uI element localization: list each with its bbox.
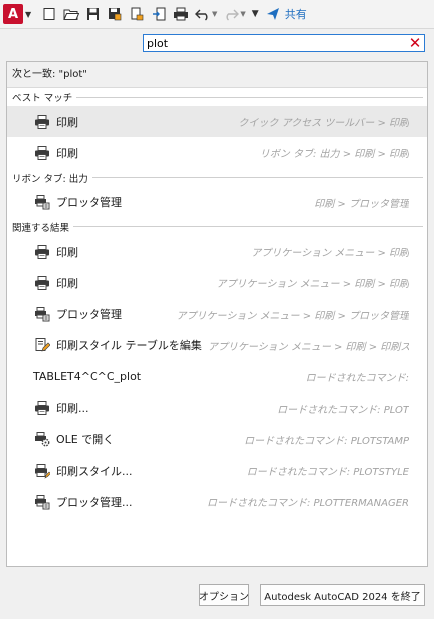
result-label: 印刷スタイル... [56,464,133,478]
result-row[interactable]: 印刷 リボン タブ: 出力 > 印刷 > 印刷 [7,137,427,168]
customize-toolbar-caret-icon[interactable]: ▼ [252,9,259,19]
app-logo-letter: A [7,6,19,22]
redo-icon [223,6,240,22]
options-button[interactable]: オプション [199,584,249,606]
best-match-list: 印刷 クイック アクセス ツールバー > 印刷 印刷 リボン タブ: 出力 > 印刷 … [7,106,427,169]
plot-printer-icon[interactable] [173,6,189,22]
result-row[interactable]: プロッタ管理 印刷 > プロッタ管理 [7,187,427,218]
plot-style-edit-icon [34,337,51,353]
section-divider [76,96,423,98]
section-label: 関連する結果 [12,222,70,234]
result-label: OLE で開く [56,433,115,447]
result-path: アプリケーション メニュー > 印刷 > プロッタ管理 [176,310,409,322]
result-path: アプリケーション メニュー > 印刷 > 印刷 [216,279,409,291]
plotter-manager-icon [34,494,50,510]
result-path: 印刷 > プロッタ管理 [314,198,409,210]
save-as-icon[interactable] [107,6,123,22]
result-label: 印刷 [56,276,78,290]
ribbon-tab-list: プロッタ管理 印刷 > プロッタ管理 [7,187,427,218]
section-divider [73,226,423,228]
redo-dropdown-caret-icon: ▼ [240,10,246,18]
undo-dropdown-caret-icon[interactable]: ▼ [212,10,217,18]
save-icon[interactable] [85,6,101,22]
save-to-web-icon[interactable] [129,6,145,22]
related-results-list: 印刷 アプリケーション メニュー > 印刷 印刷 アプリケーション メニュー > 印刷… [7,236,427,518]
result-label: 印刷スタイル テーブルを編集 [56,339,202,353]
section-divider [91,177,423,179]
search-input[interactable] [144,36,407,50]
plot-style-icon [34,463,51,479]
result-label: プロッタ管理 [56,196,122,210]
section-best-match: ベスト マッチ [7,88,427,106]
clear-search-icon[interactable]: ✕ [407,34,423,52]
result-row[interactable]: 印刷 アプリケーション メニュー > 印刷 > 印刷 [7,267,427,298]
import-icon[interactable] [151,6,167,22]
result-row[interactable]: 印刷スタイル テーブルを編集アプリケーション メニュー > 印刷 > 印刷スタイ… [7,330,427,361]
printer-icon [34,244,50,260]
ole-gear-icon [34,431,50,447]
open-folder-icon[interactable] [63,6,79,22]
result-row[interactable]: 印刷 アプリケーション メニュー > 印刷 [7,236,427,267]
result-label: プロッタ管理... [56,495,133,509]
result-label: 印刷 [56,146,78,160]
section-related-results: 関連する結果 [7,218,427,236]
result-row[interactable]: プロッタ管理 アプリケーション メニュー > 印刷 > プロッタ管理 [7,298,427,329]
result-path: ロードされたコマンド: PLOTTERMANAGER [206,498,409,510]
result-label: 印刷 [56,115,78,129]
result-path: ロードされたコマンド: PLOTSTAMP [244,435,409,447]
undo-icon[interactable] [195,6,211,22]
result-row[interactable]: TABLET4^C^C_plot ロードされたコマンド: [7,361,427,392]
result-label: 印刷 [56,245,78,259]
section-label: ベスト マッチ [12,93,73,104]
result-row[interactable]: プロッタ管理... ロードされたコマンド: PLOTTERMANAGER [7,486,427,517]
plotter-manager-icon [34,194,50,210]
result-path: ロードされたコマンド: [305,373,409,385]
printer-icon [34,275,50,291]
result-row[interactable]: OLE で開く ロードされたコマンド: PLOTSTAMP [7,424,427,455]
printer-icon [34,114,50,130]
result-row[interactable]: 印刷 クイック アクセス ツールバー > 印刷 [7,106,427,138]
share-send-icon[interactable] [265,6,281,22]
result-path: クイック アクセス ツールバー > 印刷 [238,118,409,130]
result-path: ロードされたコマンド: PLOT [277,404,409,416]
section-ribbon-tab: リボン タブ: 出力 [7,169,427,187]
result-label: 印刷... [56,402,89,416]
result-row[interactable]: 印刷スタイル... ロードされたコマンド: PLOTSTYLE [7,455,427,486]
search-results-panel: 次と一致: "plot" ベスト マッチ 印刷 クイック アクセス ツールバー >… [6,61,428,567]
application-menu-button[interactable]: A [3,4,23,24]
section-label: リボン タブ: 出力 [12,173,88,185]
result-path: ロードされたコマンド: PLOTSTYLE [246,467,409,479]
result-path: アプリケーション メニュー > 印刷 [251,248,409,260]
command-search-box: ✕ [143,34,425,52]
quick-access-toolbar: A ▼ ▼ ▼ ▼ 共有 [0,0,434,29]
result-path: アプリケーション メニュー > 印刷 > 印刷スタイ... [207,341,409,353]
result-label: プロッタ管理 [56,308,122,322]
printer-icon [34,145,50,161]
exit-autocad-button[interactable]: Autodesk AutoCAD 2024 を終了 [260,584,425,606]
result-label: TABLET4^C^C_plot [33,370,142,384]
result-path: リボン タブ: 出力 > 印刷 > 印刷 [259,149,409,161]
app-menu-caret-icon[interactable]: ▼ [25,10,35,19]
printer-icon [34,400,50,416]
plotter-manager-icon [34,306,50,322]
match-summary: 次と一致: "plot" [7,62,427,88]
new-file-icon[interactable] [41,6,57,22]
result-row[interactable]: 印刷... ロードされたコマンド: PLOT [7,392,427,423]
share-label[interactable]: 共有 [285,6,307,22]
